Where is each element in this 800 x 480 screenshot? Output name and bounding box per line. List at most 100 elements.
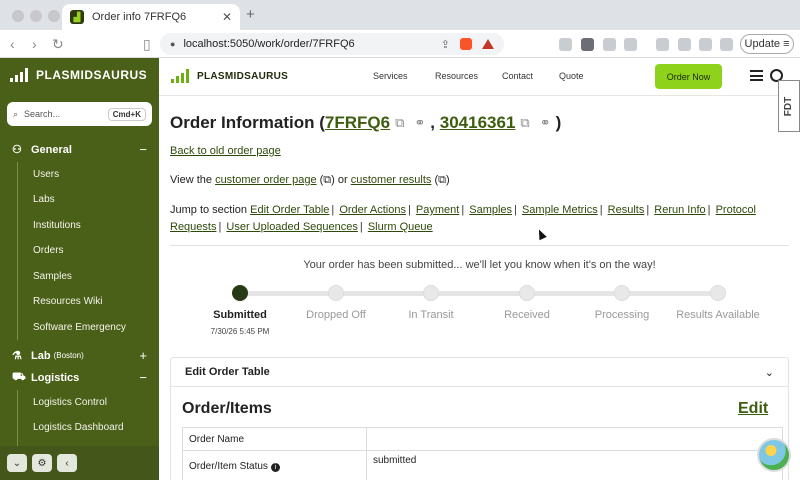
nav-link-services[interactable]: Services [373,71,408,81]
order-number-link[interactable]: 30416361 [440,113,516,133]
progress-track [240,291,718,296]
sidebar-group-label: General [31,143,72,156]
order-items-title: Order/Items [182,400,272,417]
edit-button[interactable]: Edit [738,400,768,418]
jump-link-results[interactable]: Results [608,204,645,216]
nav-link-resources[interactable]: Resources [435,71,478,81]
title-comma: , [430,113,436,132]
table-value[interactable] [366,427,783,451]
bookmark-icon[interactable]: ▯ [143,36,151,53]
window-zoom-control[interactable] [48,10,60,22]
search-icon: ⌕ [13,108,19,119]
logo-mark-icon [171,69,193,83]
extension-badge-icon[interactable] [581,38,594,51]
url-bar[interactable]: ● localhost:5050/work/order/7FRFQ6 ⇪ [160,33,504,55]
profile-icon[interactable] [720,38,733,51]
sidebar-logo[interactable]: PLASMIDSAURUS [10,68,147,82]
nav-link-quote[interactable]: Quote [559,71,584,81]
chevron-down-icon[interactable]: ⌄ [765,366,774,379]
admin-sidebar: PLASMIDSAURUS ⌕ Search... Cmd+K ⚇ Genera… [0,58,159,480]
step-label-dropped-off: Dropped Off [306,309,366,321]
tab-close-icon[interactable]: ✕ [222,10,232,24]
collapse-sidebar-icon[interactable]: ‹ [57,454,77,472]
menu-icon[interactable] [750,70,763,81]
title-prefix: Order Information ( [170,113,325,132]
extension-icon[interactable] [624,38,637,51]
jump-link-order-actions[interactable]: Order Actions [339,204,406,216]
customer-order-page-link[interactable]: customer order page [215,174,317,186]
customer-results-link[interactable]: customer results [351,174,432,186]
extensions-icon[interactable] [699,38,712,51]
collapse-icon[interactable]: − [139,370,147,385]
link-icon[interactable]: ⚭ [540,115,551,131]
sidebar-brand: PLASMIDSAURUS [36,68,148,82]
site-logo[interactable]: PLASMIDSAURUS [171,69,288,83]
gear-icon[interactable]: ⚙ [32,454,52,472]
jump-link-samples[interactable]: Samples [469,204,512,216]
order-items-table: Order Name Order/Item Status i submitted [182,427,783,480]
sidebar-group-logistics[interactable]: ⛟ Logistics − [12,370,147,385]
sidebar-group-general[interactable]: ⚇ General − [12,142,147,157]
jump-link-rerun-info[interactable]: Rerun Info [654,204,705,216]
step-label-processing: Processing [594,309,650,321]
sidebar-item-users[interactable]: Users [33,169,59,180]
sidebar-item-software-emergency[interactable]: Software Emergency [33,322,126,333]
brave-shield-icon[interactable] [460,38,472,50]
copy-icon[interactable]: ⧉ [323,174,331,186]
status-message: Your order has been submitted... we'll l… [303,259,656,271]
link-icon[interactable]: ⚭ [414,115,425,131]
update-label: Update [744,38,780,50]
or-text: or [337,174,348,186]
table-value[interactable]: submitted [366,450,783,480]
browser-tab-bar: ▟ Order info 7FRFQ6 ✕ + [0,0,800,30]
order-id-link[interactable]: 7FRFQ6 [325,113,390,133]
copy-icon[interactable]: ⧉ [438,174,446,186]
back-to-old-order-link[interactable]: Back to old order page [170,145,281,157]
expand-icon[interactable]: + [139,348,147,363]
extension-icon[interactable] [559,38,572,51]
sidebar-item-samples[interactable]: Samples [33,271,72,282]
jump-link-user-uploaded-sequences[interactable]: User Uploaded Sequences [226,221,357,233]
sidebar-toggle-icon[interactable] [656,38,669,51]
sidebar-item-logistics-dashboard[interactable]: Logistics Dashboard [33,422,124,433]
window-close-control[interactable] [12,10,24,22]
wallet-icon[interactable] [678,38,691,51]
info-icon[interactable]: i [270,463,280,472]
brave-rewards-icon[interactable] [482,39,494,49]
window-minimize-control[interactable] [30,10,42,22]
sidebar-item-labs[interactable]: Labs [33,194,55,205]
sidebar-item-institutions[interactable]: Institutions [33,220,81,231]
edit-order-table-accordion[interactable]: Edit Order Table ⌄ [170,357,789,387]
sidebar-item-logistics-control[interactable]: Logistics Control [33,397,107,408]
table-row: Order Name [182,427,783,451]
jump-link-payment[interactable]: Payment [416,204,459,216]
site-info-icon[interactable]: ● [170,39,175,49]
nav-link-contact[interactable]: Contact [502,71,533,81]
new-tab-icon[interactable]: + [246,6,255,23]
sidebar-group-lab[interactable]: ⚗ Lab (Boston) + [12,348,147,363]
reload-icon[interactable]: ↻ [52,36,64,53]
sidebar-search[interactable]: ⌕ Search... Cmd+K [7,102,152,126]
browser-tab[interactable]: ▟ Order info 7FRFQ6 ✕ [62,4,240,30]
step-label-in-transit: In Transit [408,309,454,321]
collapse-all-icon[interactable]: ⌄ [7,454,27,472]
copy-icon[interactable]: ⧉ [395,115,404,131]
collapse-icon[interactable]: − [139,142,147,157]
sidebar-item-resources-wiki[interactable]: Resources Wiki [33,296,102,307]
forward-arrow-icon[interactable]: › [32,36,37,52]
update-button[interactable]: Update ≡ [740,34,794,54]
jump-link-slurm-queue[interactable]: Slurm Queue [368,221,433,233]
jump-link-edit-order-table[interactable]: Edit Order Table [250,204,329,216]
copy-icon[interactable]: ⧉ [520,115,529,131]
share-icon[interactable]: ⇪ [441,38,450,51]
fdt-tab[interactable]: FDT [778,80,800,132]
assistant-globe-icon[interactable] [757,438,791,472]
jump-link-sample-metrics[interactable]: Sample Metrics [522,204,598,216]
extension-icon[interactable] [603,38,616,51]
back-arrow-icon[interactable]: ‹ [10,36,15,52]
page-title: Order Information ( 7FRFQ6 ⧉ ⚭ , 3041636… [170,113,561,133]
accordion-title: Edit Order Table [185,366,270,378]
sidebar-item-orders[interactable]: Orders [33,245,64,256]
order-now-button[interactable]: Order Now [655,64,722,89]
step-label-received: Received [504,309,550,321]
